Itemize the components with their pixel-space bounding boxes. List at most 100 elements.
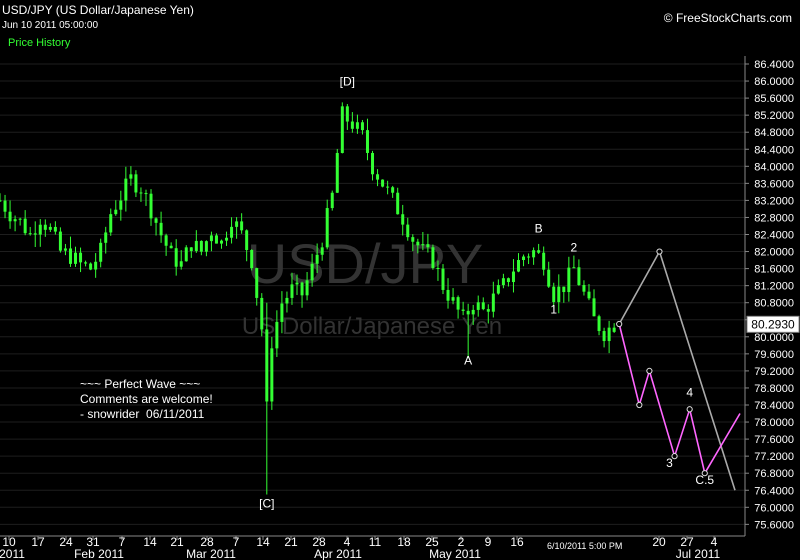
candle-body xyxy=(345,106,349,122)
candle-body xyxy=(144,193,148,195)
y-tick-label: 76.4000 xyxy=(754,485,794,497)
candle-body xyxy=(350,121,354,129)
candle-body xyxy=(74,252,78,264)
wave-label: C.5 xyxy=(695,473,714,487)
y-tick-label: 85.2000 xyxy=(754,110,794,122)
y-tick-label: 78.4000 xyxy=(754,400,794,412)
y-tick-label: 75.6000 xyxy=(754,519,794,531)
candle-body xyxy=(501,278,505,286)
candle-body xyxy=(572,267,576,269)
candle-body xyxy=(219,240,223,244)
candle-body xyxy=(360,122,364,131)
legend-price-history[interactable]: Price History xyxy=(8,37,70,49)
y-tick-label: 78.8000 xyxy=(754,383,794,395)
candle-body xyxy=(48,226,52,230)
candle-body xyxy=(94,261,98,270)
y-tick-label: 79.6000 xyxy=(754,349,794,361)
note-line: - snowrider 06/11/2011 xyxy=(80,407,205,421)
y-tick-label: 86.4000 xyxy=(754,59,794,71)
candle-body xyxy=(607,327,611,342)
candle-body xyxy=(391,187,395,193)
candle-body xyxy=(406,224,410,238)
y-tick-label: 80.0000 xyxy=(754,332,794,344)
candle-body xyxy=(542,252,546,270)
y-axis: 86.4000 86.0000 85.6000 85.2000 84.8000 84.40… xyxy=(744,56,800,536)
candle-body xyxy=(376,174,380,180)
candle-body xyxy=(275,321,279,349)
candle-body xyxy=(552,286,556,303)
candle-body xyxy=(104,232,108,243)
x-month-label: May 2011 xyxy=(429,547,481,560)
candle-body xyxy=(139,192,143,194)
last-price-label: 80.2930 xyxy=(751,317,795,331)
candle-body xyxy=(577,267,581,286)
x-tick-label: 21 xyxy=(170,535,184,549)
wave-label: 2 xyxy=(571,241,578,255)
candle-body xyxy=(63,248,67,251)
candle-body xyxy=(476,302,480,310)
candle-body xyxy=(134,174,138,193)
x-tick-label: 14 xyxy=(256,535,270,549)
candle-body xyxy=(159,222,163,236)
candle-body xyxy=(567,267,571,293)
candle-body xyxy=(340,106,344,153)
candle-body xyxy=(517,260,521,272)
candle-body xyxy=(119,200,123,210)
price-chart: USD/JPY US Dollar/Japanese Yen [D] [C] A B 1… xyxy=(0,56,800,560)
last-date-label: 6/10/2011 5:00 PM xyxy=(547,541,623,551)
y-tick-label: 82.8000 xyxy=(754,212,794,224)
candle-body xyxy=(386,186,390,188)
candle-body xyxy=(235,221,239,227)
candle-body xyxy=(164,235,168,246)
candle-body xyxy=(300,282,304,296)
candle-body xyxy=(260,297,264,330)
projection-node xyxy=(646,367,653,374)
brand-link[interactable]: © FreeStockCharts.com xyxy=(664,11,792,25)
candle-body xyxy=(184,247,188,262)
candle-body xyxy=(315,254,319,264)
candle-body xyxy=(290,284,294,298)
y-tick-label: 79.2000 xyxy=(754,366,794,378)
candle-body xyxy=(562,286,566,293)
candle-body xyxy=(79,252,83,263)
candle-body xyxy=(426,244,430,248)
candle-body xyxy=(371,152,375,175)
candle-body xyxy=(582,285,586,292)
candle-body xyxy=(129,174,133,179)
candle-body xyxy=(431,247,435,269)
x-tick-label: 16 xyxy=(510,535,524,549)
y-tick-label: 77.2000 xyxy=(754,451,794,463)
candle-body xyxy=(305,280,309,296)
y-tick-label: 82.0000 xyxy=(754,247,794,259)
y-tick-label: 81.2000 xyxy=(754,281,794,293)
candle-body xyxy=(602,331,606,342)
candle-body xyxy=(285,297,289,304)
candle-body xyxy=(28,233,32,235)
y-tick-label: 77.6000 xyxy=(754,434,794,446)
candle-body xyxy=(174,248,178,267)
candle-body xyxy=(240,221,244,231)
x-month-label: 2011 xyxy=(0,547,25,560)
candle-body xyxy=(330,192,334,209)
candle-body xyxy=(33,233,37,235)
annotation-note: ~~~ Perfect Wave ~~~ Comments are welcom… xyxy=(80,377,213,422)
candle-body xyxy=(486,309,490,312)
candle-body xyxy=(466,310,470,315)
candle-body xyxy=(179,261,183,267)
candle-body xyxy=(114,209,118,215)
wave-label: [D] xyxy=(340,74,355,88)
y-tick-label: 82.4000 xyxy=(754,230,794,242)
chart-title: USD/JPY (US Dollar/Japanese Yen) xyxy=(2,3,194,17)
wave-label: [C] xyxy=(259,496,274,510)
candle-body xyxy=(53,226,57,232)
candle-body xyxy=(68,248,72,264)
candle-body xyxy=(255,268,259,298)
candle-body xyxy=(310,263,314,281)
candle-body xyxy=(547,269,551,287)
x-tick-label: 9 xyxy=(485,535,492,549)
candle-body xyxy=(597,316,601,332)
candle-body xyxy=(496,285,500,294)
candle-body xyxy=(0,200,2,202)
candle-body xyxy=(335,152,339,193)
candle-body xyxy=(320,247,324,255)
